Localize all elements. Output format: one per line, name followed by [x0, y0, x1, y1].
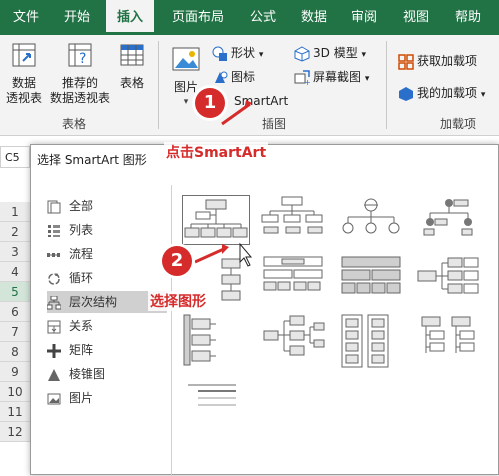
step2-badge: 2 [162, 246, 192, 276]
annotation-arrows [194, 100, 253, 267]
step2-arrow [194, 246, 227, 264]
step2-label: 选择图形 [148, 291, 208, 311]
mouse-cursor-icon [239, 242, 253, 267]
step1-arrowhead [244, 100, 252, 110]
step1-badge: 1 [195, 88, 225, 118]
step2-arrowhead [222, 244, 229, 254]
step1-label: 点击SmartArt [164, 142, 269, 162]
